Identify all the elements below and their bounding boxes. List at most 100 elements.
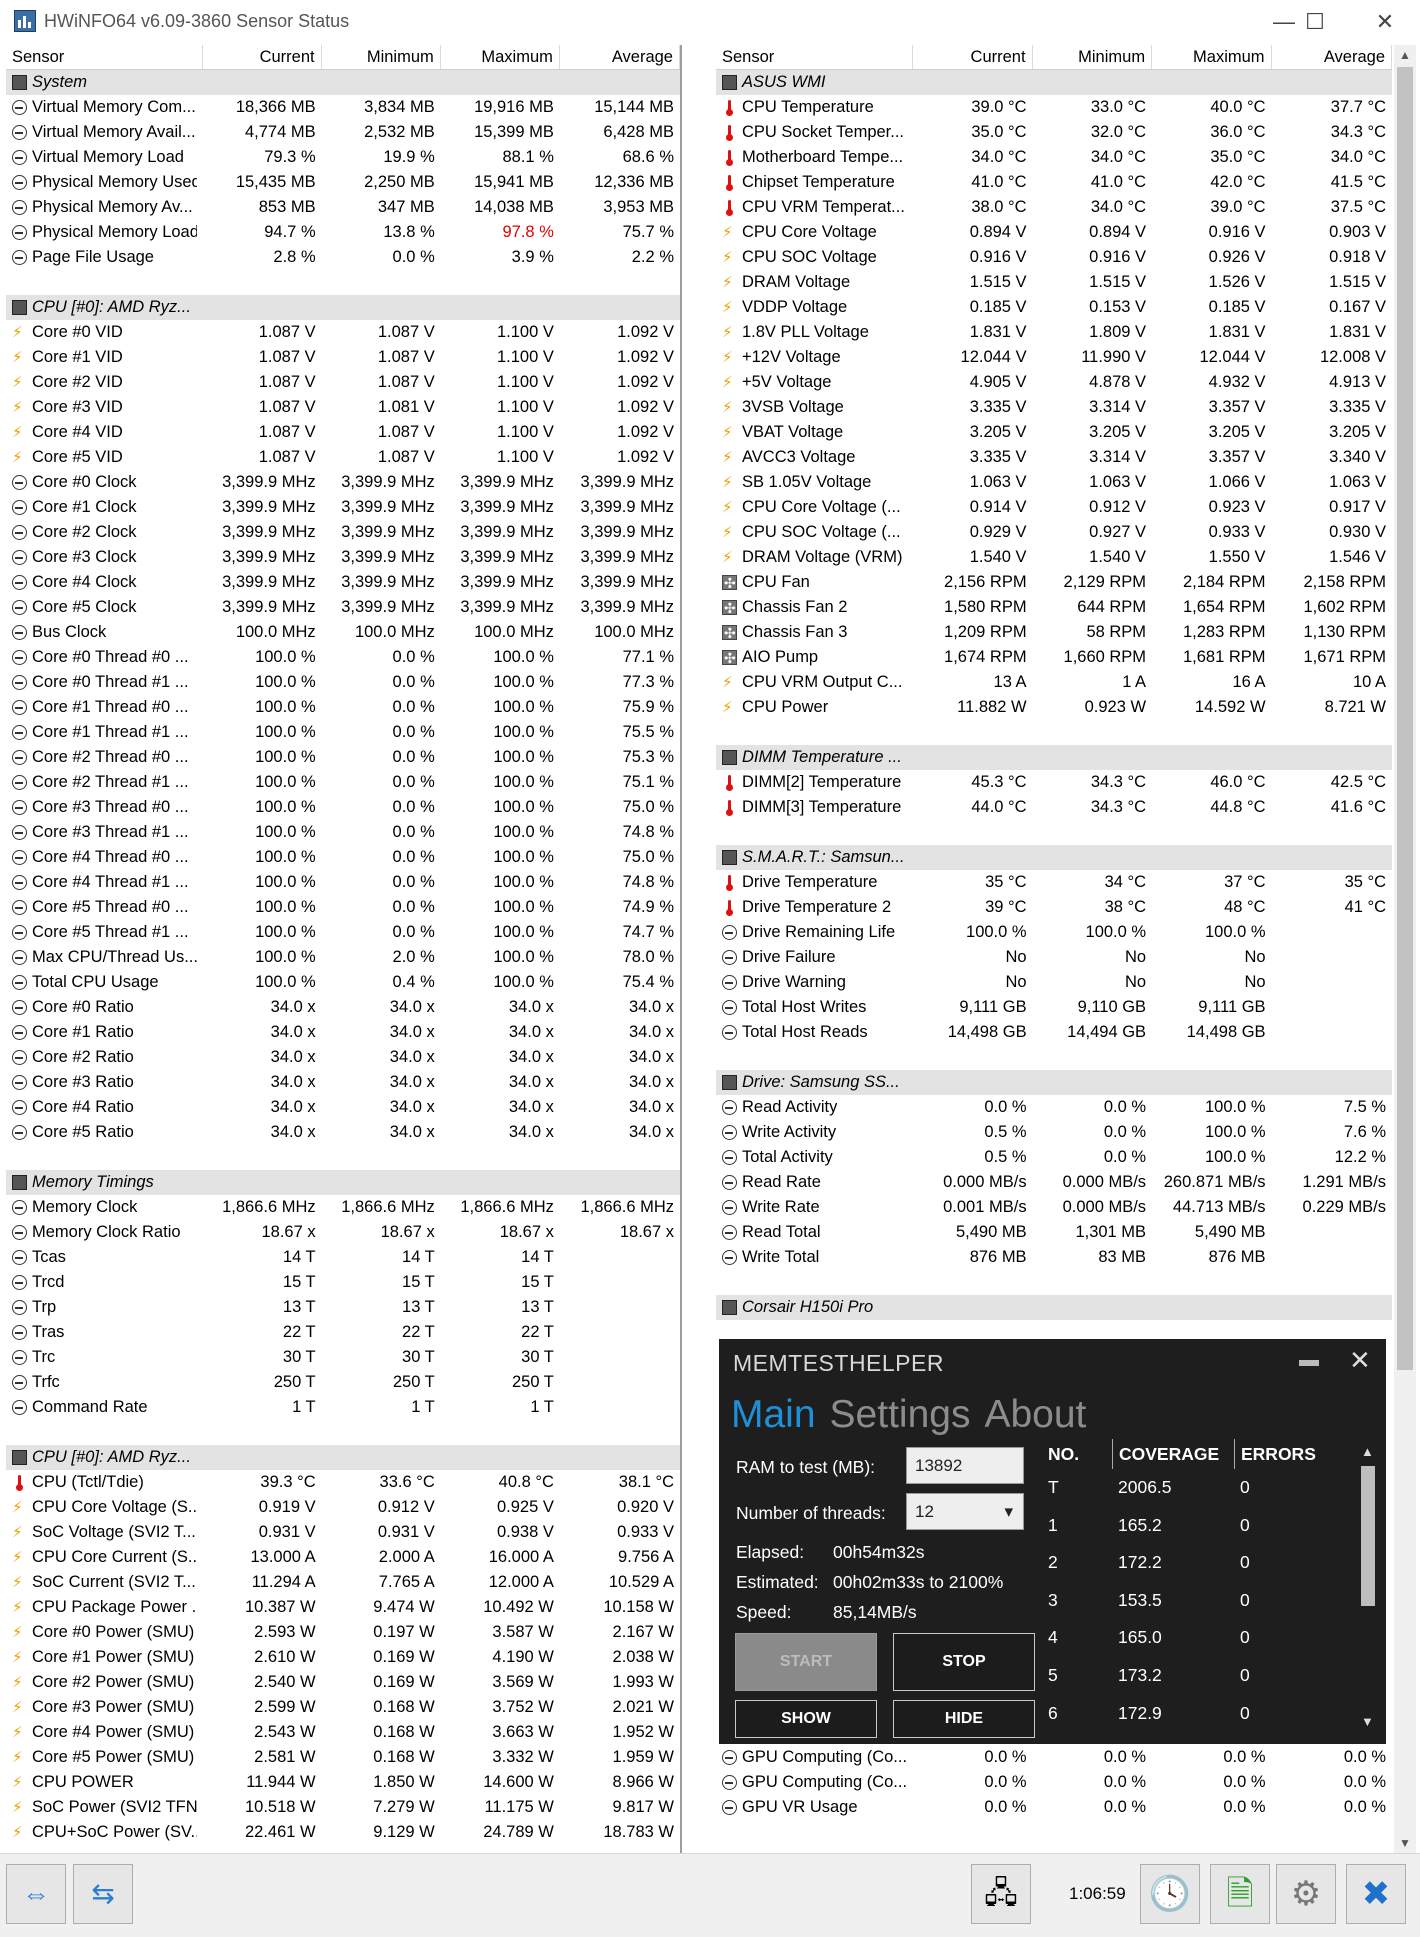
- log-button[interactable]: 🗎: [1210, 1864, 1270, 1924]
- collapse-columns-button[interactable]: ⇆: [73, 1864, 133, 1924]
- sensor-row[interactable]: Drive Warning No No No: [716, 970, 1392, 995]
- sensor-row[interactable]: Motherboard Tempe... 34.0 °C 34.0 °C 35.0 °…: [716, 145, 1392, 170]
- sensor-group-header[interactable]: Drive: Samsung SS...: [716, 1070, 1392, 1095]
- col-sensor[interactable]: Sensor: [716, 45, 914, 69]
- sensor-row[interactable]: CPU Temperature 39.0 °C 33.0 °C 40.0 °C 37.7…: [716, 95, 1392, 120]
- tab-main[interactable]: Main: [731, 1393, 816, 1436]
- sensor-group-header[interactable]: DIMM Temperature ...: [716, 745, 1392, 770]
- sensor-row[interactable]: Core #0 Ratio 34.0 x 34.0 x 34.0 x 34.0 x: [6, 995, 680, 1020]
- sensor-row[interactable]: CPU Core Voltage (... 0.914 V 0.912 V 0.923…: [716, 495, 1392, 520]
- col-sensor[interactable]: Sensor: [6, 45, 203, 69]
- sensor-row[interactable]: Write Rate 0.001 MB/s 0.000 MB/s 44.713 MB/…: [716, 1195, 1392, 1220]
- sensor-row[interactable]: Core #0 Clock 3,399.9 MHz 3,399.9 MHz 3,399…: [6, 470, 680, 495]
- sensor-row[interactable]: Core #4 Clock 3,399.9 MHz 3,399.9 MHz 3,399…: [6, 570, 680, 595]
- sensor-row[interactable]: VDDP Voltage 0.185 V 0.153 V 0.185 V 0.167 V: [716, 295, 1392, 320]
- sensor-row[interactable]: CPU+SoC Power (SV... 22.461 W 9.129 W 24.78…: [6, 1820, 680, 1845]
- col-minimum[interactable]: Minimum: [1033, 45, 1153, 69]
- sensor-row[interactable]: Total CPU Usage 100.0 % 0.4 % 100.0 % 75.4 %: [6, 970, 680, 995]
- sensor-row[interactable]: Trfc 250 T 250 T 250 T: [6, 1370, 680, 1395]
- sensor-row[interactable]: CPU Package Power ... 10.387 W 9.474 W 10.4…: [6, 1595, 680, 1620]
- show-button[interactable]: SHOW: [735, 1700, 877, 1738]
- sensor-row[interactable]: Core #3 Thread #0 ... 100.0 % 0.0 % 100.0 %…: [6, 795, 680, 820]
- sensor-row[interactable]: Trc 30 T 30 T 30 T: [6, 1345, 680, 1370]
- sensor-row[interactable]: CPU Fan 2,156 RPM 2,129 RPM 2,184 RPM 2,158 …: [716, 570, 1392, 595]
- sensor-row[interactable]: Write Activity 0.5 % 0.0 % 100.0 % 7.6 %: [716, 1120, 1392, 1145]
- sensor-row[interactable]: CPU (Tctl/Tdie) 39.3 °C 33.6 °C 40.8 °C 38.1…: [6, 1470, 680, 1495]
- sensor-row[interactable]: Core #3 Power (SMU) 2.599 W 0.168 W 3.752 W…: [6, 1695, 680, 1720]
- maximize-button[interactable]: ☐: [1285, 0, 1345, 45]
- sensor-row[interactable]: DIMM[3] Temperature 44.0 °C 34.3 °C 44.8 °C…: [716, 795, 1392, 820]
- sensor-row[interactable]: Command Rate 1 T 1 T 1 T: [6, 1395, 680, 1420]
- sensor-row[interactable]: Physical Memory Load 94.7 % 13.8 % 97.8 % 75…: [6, 220, 680, 245]
- sensor-row[interactable]: 1.8V PLL Voltage 1.831 V 1.809 V 1.831 V 1.8…: [716, 320, 1392, 345]
- sensor-row[interactable]: Core #5 Clock 3,399.9 MHz 3,399.9 MHz 3,399…: [6, 595, 680, 620]
- col-minimum[interactable]: Minimum: [322, 45, 441, 69]
- sensor-row[interactable]: CPU Power 11.882 W 0.923 W 14.592 W 8.721 W: [716, 695, 1392, 720]
- sensor-row[interactable]: Drive Temperature 35 °C 34 °C 37 °C 35 °C: [716, 870, 1392, 895]
- hide-button[interactable]: HIDE: [893, 1700, 1035, 1738]
- sensor-group-header[interactable]: ASUS WMI: [716, 70, 1392, 95]
- sensor-row[interactable]: DRAM Voltage (VRM) 1.540 V 1.540 V 1.550 V 1…: [716, 545, 1392, 570]
- sensor-row[interactable]: Core #0 Thread #1 ... 100.0 % 0.0 % 100.0 %…: [6, 670, 680, 695]
- close-button[interactable]: ✕: [1355, 0, 1415, 45]
- sensor-row[interactable]: Drive Temperature 2 39 °C 38 °C 48 °C 41 °C: [716, 895, 1392, 920]
- col-current[interactable]: Current: [913, 45, 1033, 69]
- sensor-row[interactable]: Core #0 Thread #0 ... 100.0 % 0.0 % 100.0 %…: [6, 645, 680, 670]
- sensor-row[interactable]: Core #3 Ratio 34.0 x 34.0 x 34.0 x 34.0 x: [6, 1070, 680, 1095]
- sensor-row[interactable]: Core #2 Clock 3,399.9 MHz 3,399.9 MHz 3,399…: [6, 520, 680, 545]
- sensor-row[interactable]: CPU POWER 11.944 W 1.850 W 14.600 W 8.966 W: [6, 1770, 680, 1795]
- sensor-row[interactable]: Core #4 Power (SMU) 2.543 W 0.168 W 3.663 W…: [6, 1720, 680, 1745]
- memtest-minimize-icon[interactable]: ▬: [1299, 1349, 1319, 1372]
- sensor-row[interactable]: +5V Voltage 4.905 V 4.878 V 4.932 V 4.913 V: [716, 370, 1392, 395]
- memtest-table-scrollbar[interactable]: ▲ ▼: [1358, 1444, 1378, 1734]
- sensor-row[interactable]: Core #4 Thread #0 ... 100.0 % 0.0 % 100.0 %…: [6, 845, 680, 870]
- sensor-group-header[interactable]: Memory Timings: [6, 1170, 680, 1195]
- sensor-row[interactable]: Virtual Memory Com... 18,366 MB 3,834 MB 19…: [6, 95, 680, 120]
- sensor-row[interactable]: Core #1 Power (SMU) 2.610 W 0.169 W 4.190 W…: [6, 1645, 680, 1670]
- col-maximum[interactable]: Maximum: [441, 45, 560, 69]
- scroll-down-arrow-icon[interactable]: ▼: [1361, 1714, 1374, 1729]
- sensor-row[interactable]: Core #3 Thread #1 ... 100.0 % 0.0 % 100.0 %…: [6, 820, 680, 845]
- settings-button[interactable]: ⚙: [1276, 1864, 1336, 1924]
- sensor-row[interactable]: Core #1 Ratio 34.0 x 34.0 x 34.0 x 34.0 x: [6, 1020, 680, 1045]
- sensor-row[interactable]: 3VSB Voltage 3.335 V 3.314 V 3.357 V 3.335 V: [716, 395, 1392, 420]
- sensor-row[interactable]: CPU SOC Voltage 0.916 V 0.916 V 0.926 V 0.91…: [716, 245, 1392, 270]
- sensor-row[interactable]: Core #5 Power (SMU) 2.581 W 0.168 W 3.332 W…: [6, 1745, 680, 1770]
- sensor-row[interactable]: AVCC3 Voltage 3.335 V 3.314 V 3.357 V 3.340 …: [716, 445, 1392, 470]
- sensor-row[interactable]: Total Activity 0.5 % 0.0 % 100.0 % 12.2 %: [716, 1145, 1392, 1170]
- sensor-row[interactable]: Core #1 Thread #0 ... 100.0 % 0.0 % 100.0 %…: [6, 695, 680, 720]
- sensor-row[interactable]: CPU Core Current (S... 13.000 A 2.000 A 16.…: [6, 1545, 680, 1570]
- sensor-row[interactable]: Memory Clock Ratio 18.67 x 18.67 x 18.67 x 1…: [6, 1220, 680, 1245]
- sensor-row[interactable]: Core #0 VID 1.087 V 1.087 V 1.100 V 1.092 V: [6, 320, 680, 345]
- sensor-row[interactable]: Core #1 VID 1.087 V 1.087 V 1.100 V 1.092 V: [6, 345, 680, 370]
- sensor-row[interactable]: Core #0 Power (SMU) 2.593 W 0.197 W 3.587 W…: [6, 1620, 680, 1645]
- sensor-group-header[interactable]: CPU [#0]: AMD Ryz...: [6, 1445, 680, 1470]
- sensor-row[interactable]: Physical Memory Av... 853 MB 347 MB 14,038 …: [6, 195, 680, 220]
- col-average[interactable]: Average: [560, 45, 680, 69]
- sensor-row[interactable]: Read Activity 0.0 % 0.0 % 100.0 % 7.5 %: [716, 1095, 1392, 1120]
- sensor-row[interactable]: Tras 22 T 22 T 22 T: [6, 1320, 680, 1345]
- sensor-row[interactable]: Core #1 Clock 3,399.9 MHz 3,399.9 MHz 3,399…: [6, 495, 680, 520]
- start-button[interactable]: START: [735, 1633, 877, 1691]
- sensor-row[interactable]: CPU VRM Temperat... 38.0 °C 34.0 °C 39.0 °C…: [716, 195, 1392, 220]
- col-maximum[interactable]: Maximum: [1152, 45, 1272, 69]
- col-current[interactable]: Current: [203, 45, 322, 69]
- sensor-row[interactable]: Drive Remaining Life 100.0 % 100.0 % 100.0 …: [716, 920, 1392, 945]
- threads-select[interactable]: 12: [906, 1493, 1024, 1530]
- sensor-row[interactable]: SoC Power (SVI2 TFN) 10.518 W 7.279 W 11.17…: [6, 1795, 680, 1820]
- sensor-group-header[interactable]: CPU [#0]: AMD Ryz...: [6, 295, 680, 320]
- sensor-row[interactable]: VBAT Voltage 3.205 V 3.205 V 3.205 V 3.205 V: [716, 420, 1392, 445]
- sensor-row[interactable]: Trcd 15 T 15 T 15 T: [6, 1270, 680, 1295]
- sensor-row[interactable]: Core #2 Thread #1 ... 100.0 % 0.0 % 100.0 %…: [6, 770, 680, 795]
- sensor-row[interactable]: SoC Voltage (SVI2 T... 0.931 V 0.931 V 0.93…: [6, 1520, 680, 1545]
- sensor-row[interactable]: CPU Core Voltage (S... 0.919 V 0.912 V 0.92…: [6, 1495, 680, 1520]
- sensor-row[interactable]: Core #5 Thread #1 ... 100.0 % 0.0 % 100.0 %…: [6, 920, 680, 945]
- expand-columns-button[interactable]: ⇔: [6, 1864, 66, 1924]
- vertical-scrollbar[interactable]: ▲ ▼: [1394, 45, 1416, 1853]
- sensor-row[interactable]: Core #2 Ratio 34.0 x 34.0 x 34.0 x 34.0 x: [6, 1045, 680, 1070]
- sensor-row[interactable]: Core #1 Thread #1 ... 100.0 % 0.0 % 100.0 %…: [6, 720, 680, 745]
- sensor-row[interactable]: Total Host Writes 9,111 GB 9,110 GB 9,111 G…: [716, 995, 1392, 1020]
- sensor-row[interactable]: CPU SOC Voltage (... 0.929 V 0.927 V 0.933 …: [716, 520, 1392, 545]
- sensor-row[interactable]: Core #4 Ratio 34.0 x 34.0 x 34.0 x 34.0 x: [6, 1095, 680, 1120]
- sensor-row[interactable]: GPU VR Usage 0.0 % 0.0 % 0.0 % 0.0 %: [716, 1795, 1392, 1820]
